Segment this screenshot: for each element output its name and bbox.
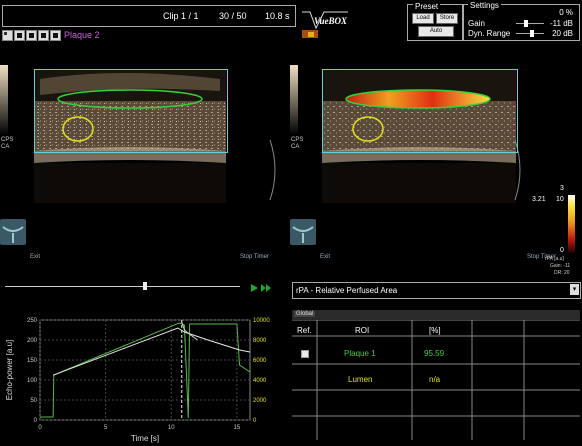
parameter-select-value: rPA - Relative Perfused Area	[296, 286, 398, 295]
preset-panel: Preset Load Store Auto	[407, 2, 463, 41]
polygon-roi-tool-icon[interactable]	[38, 30, 49, 41]
grayscale-bar	[0, 65, 8, 135]
vuebox-logo: VueBOX	[300, 8, 350, 40]
probe-icon-right	[290, 219, 316, 245]
x-tick-label: 5	[104, 425, 108, 431]
analysis-roi-box[interactable]	[34, 69, 228, 153]
x-tick-label: 0	[38, 425, 42, 431]
active-roi-name: Plaque 2	[64, 30, 100, 40]
preset-title: Preset	[413, 2, 441, 11]
colorbar-min: 0	[560, 247, 564, 254]
plot-frame	[39, 319, 251, 421]
gain-slider-track[interactable]	[516, 23, 544, 24]
time-intensity-chart: 0 5 10 15 0 50 100 150 200 250 0 2000 4000 6000 8000 10…	[0, 312, 290, 444]
left-exit-label[interactable]: Exit	[30, 254, 40, 260]
mode-label-cps: CPS	[1, 137, 14, 143]
left-stop-timer-label[interactable]: Stop Timer	[240, 254, 269, 260]
y-tick-label-left: 0	[34, 418, 38, 424]
colorbar-value: 3.21	[532, 196, 546, 203]
colorbar-unit: rPA [a.u]	[545, 256, 564, 262]
ref-checkbox[interactable]	[301, 350, 309, 358]
store-button[interactable]: Store	[436, 13, 458, 24]
settings-percent: 0 %	[559, 8, 573, 17]
rectangle-roi-tool-icon[interactable]	[14, 30, 25, 41]
y-tick-label-left: 200	[27, 338, 38, 344]
y-tick-label-right: 8000	[253, 338, 267, 344]
roi-plaque-1: Plaque 1	[344, 349, 376, 358]
lumen-value: n/a	[429, 375, 441, 384]
x-axis-label: Time [s]	[131, 434, 159, 443]
colorbar-tick: 10	[556, 196, 564, 203]
play-controls	[250, 283, 274, 293]
series-line-0	[40, 322, 251, 419]
load-button[interactable]: Load	[412, 13, 434, 24]
analysis-roi-box-right[interactable]	[322, 69, 518, 153]
y-tick-label-left: 100	[27, 378, 38, 384]
settings-panel: Settings 0 % Gain -11 dB Dyn. Range 20 d…	[463, 1, 580, 41]
frame-counter: 30 / 50	[219, 11, 247, 21]
results-panel: Global Ref. ROI [%] Plaque 1 95.59 Lumen…	[292, 310, 580, 442]
colorbar-max: 3	[560, 185, 564, 192]
left-ultrasound-view[interactable]: CPS CA	[0, 45, 288, 255]
colorbar-gain: Gain: -11	[550, 263, 571, 269]
mode-label-ca-right: CA	[291, 144, 300, 150]
y-tick-label-left: 250	[27, 318, 38, 324]
dropdown-arrow-icon[interactable]: ▾	[570, 284, 579, 295]
settings-title: Settings	[468, 1, 501, 10]
perfusion-colorbar	[568, 195, 575, 253]
playback-slider-track[interactable]	[5, 286, 240, 287]
y-tick-label-left: 50	[30, 398, 37, 404]
series-line-1	[52, 327, 251, 376]
plaque-1-value: 95.59	[424, 349, 445, 358]
x-tick-label: 10	[168, 425, 175, 431]
y-tick-label-right: 6000	[253, 358, 267, 364]
y-tick-label-right: 0	[253, 418, 257, 424]
roi-lumen: Lumen	[348, 375, 373, 384]
probe-icon	[0, 219, 26, 245]
x-tick-label: 15	[234, 425, 241, 431]
mode-label-cps-right: CPS	[291, 137, 304, 143]
freehand-roi-tool-icon[interactable]	[50, 30, 61, 41]
clip-time: 10.8 s	[265, 11, 290, 21]
fast-forward-icon[interactable]	[261, 284, 266, 292]
play-icon[interactable]	[251, 284, 258, 292]
auto-button[interactable]: Auto	[418, 26, 454, 37]
grayscale-bar-right	[290, 65, 298, 135]
tab-global[interactable]: Global	[294, 311, 316, 317]
right-ultrasound-view[interactable]: CPS CA	[290, 45, 530, 255]
gain-slider-thumb[interactable]	[524, 20, 528, 27]
dyn-range-slider-thumb[interactable]	[530, 30, 534, 37]
logo-text: VueBOX	[314, 16, 348, 26]
dyn-range-label: Dyn. Range	[468, 29, 511, 38]
clip-info-bar: Clip 1 / 1 30 / 50 10.8 s	[2, 5, 296, 27]
right-exit-label[interactable]: Exit	[320, 254, 330, 260]
mode-label-ca: CA	[1, 144, 10, 150]
parameter-select[interactable]: rPA - Relative Perfused Area ▾	[292, 282, 581, 299]
gain-label: Gain	[468, 19, 485, 28]
playback-slider-thumb[interactable]	[143, 282, 147, 290]
pointer-tool-icon[interactable]	[2, 30, 13, 41]
y-tick-label-right: 4000	[253, 378, 267, 384]
y-tick-label-right: 2000	[253, 398, 267, 404]
y-tick-label-right: 10000	[253, 318, 270, 324]
y-tick-label-left: 150	[27, 358, 38, 364]
colorbar-dr: DR: 20	[554, 270, 570, 276]
ellipse-roi-tool-icon[interactable]	[26, 30, 37, 41]
header-percent: [%]	[429, 326, 441, 335]
header-roi: ROI	[355, 326, 370, 335]
header-ref: Ref.	[297, 326, 312, 335]
y-axis-label: Echo-power [a.u]	[5, 340, 14, 400]
clip-label: Clip 1 / 1	[163, 11, 199, 21]
dyn-range-value: 20 dB	[552, 29, 573, 38]
gain-value: -11 dB	[550, 19, 573, 28]
